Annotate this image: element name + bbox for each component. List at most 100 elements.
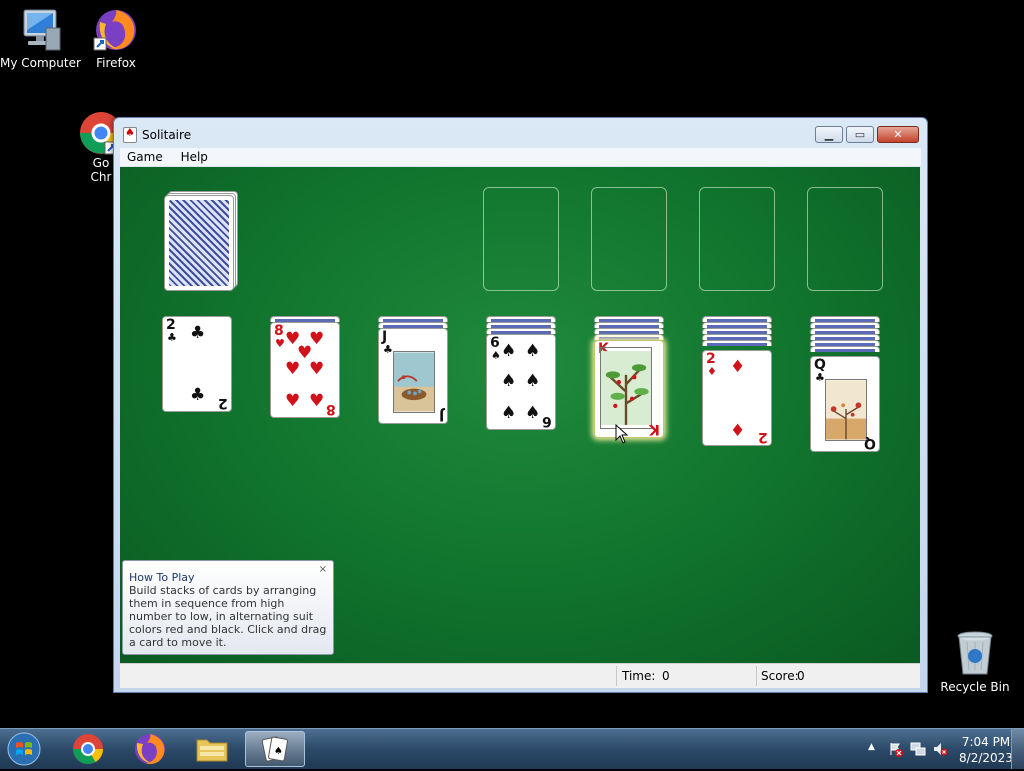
- spade-icon: ♠: [501, 341, 517, 361]
- taskbar-file-explorer[interactable]: [194, 731, 234, 767]
- face-down-card-edge: [702, 340, 772, 346]
- foundation-slot[interactable]: [807, 187, 883, 291]
- card-rank: 2: [166, 317, 176, 333]
- clock[interactable]: 7:04 PM 8/2/2023: [958, 734, 1014, 766]
- card-rank: 6: [542, 413, 552, 429]
- svg-text:♠: ♠: [274, 746, 283, 757]
- taskbar-solitaire-active[interactable]: ♠: [245, 731, 305, 767]
- diamond-icon: ♦: [730, 357, 746, 377]
- card-rank: 6: [490, 335, 500, 351]
- status-divider: [756, 666, 757, 686]
- heart-icon: ♥: [309, 391, 325, 411]
- spade-icon: ♠: [491, 349, 501, 362]
- tableau-card[interactable]: J ♣ J: [378, 328, 448, 424]
- club-icon: ♣: [190, 385, 206, 405]
- taskbar-firefox[interactable]: [132, 731, 172, 767]
- desktop-icon-firefox[interactable]: Firefox: [76, 6, 156, 70]
- title-bar[interactable]: Solitaire ▁ ▭ ✕: [114, 118, 927, 148]
- king-face-art: [600, 347, 652, 429]
- time-value: 0: [662, 669, 670, 683]
- time-label: Time:: [622, 669, 656, 683]
- tooltip-title: How To Play: [129, 571, 195, 584]
- club-icon: ♣: [190, 323, 206, 343]
- clock-time: 7:04 PM: [961, 735, 1011, 749]
- clock-date: 8/2/2023: [959, 751, 1013, 765]
- queen-face-art: [825, 379, 867, 441]
- card-rank: 8: [274, 323, 284, 339]
- maximize-button[interactable]: ▭: [846, 126, 874, 143]
- desktop-icon-label: My Computer: [0, 56, 81, 70]
- network-icon[interactable]: [910, 741, 926, 757]
- desktop-icon-recycle-bin[interactable]: Recycle Bin: [935, 630, 1015, 694]
- computer-icon: [23, 9, 61, 51]
- close-button[interactable]: ✕: [877, 126, 919, 143]
- tableau-card-selected[interactable]: K ♥ K: [594, 340, 664, 438]
- heart-icon: ♥: [285, 391, 301, 411]
- diamond-icon: ♦: [730, 421, 746, 441]
- recycle-bin-icon: [957, 631, 993, 675]
- heart-icon: ♥: [285, 359, 301, 379]
- status-bar: Time: 0 Score: 0: [120, 663, 920, 688]
- foundation-slot[interactable]: [699, 187, 775, 291]
- taskbar-chrome[interactable]: [70, 731, 110, 767]
- solitaire-app-icon: [123, 126, 137, 143]
- maximize-icon: ▭: [854, 128, 866, 141]
- card-rank: J: [438, 407, 444, 423]
- solitaire-cards-icon: ♠: [261, 736, 288, 762]
- tooltip-close-button[interactable]: ×: [319, 564, 327, 575]
- tableau-card[interactable]: 2 ♦ ♦ ♦ 2: [702, 350, 772, 446]
- minimize-icon: ▁: [824, 128, 834, 141]
- show-desktop-button[interactable]: [1011, 729, 1024, 769]
- windows-start-orb-icon: [7, 732, 41, 766]
- firefox-icon: [135, 734, 165, 764]
- action-center-flag-icon[interactable]: [888, 741, 904, 757]
- tableau-card[interactable]: 8 ♥ ♥ ♥ ♥ ♥ ♥ ♥ ♥ 8: [270, 322, 340, 418]
- card-rank: 2: [706, 351, 716, 367]
- card-rank: Q: [864, 435, 876, 451]
- desktop-icon-label: Recycle Bin: [940, 680, 1010, 694]
- status-divider: [616, 666, 617, 686]
- folder-icon: [196, 739, 228, 762]
- desktop-icon-my-computer[interactable]: My Computer: [0, 8, 81, 70]
- show-hidden-icons-button[interactable]: ▲: [868, 742, 875, 752]
- tableau-card[interactable]: 6 ♠ ♠ ♠ ♠ ♠ ♠ ♠ 6: [486, 334, 556, 430]
- system-tray: ▲ 7:04 PM 8/2/2023: [834, 729, 1024, 769]
- window-title: Solitaire: [142, 128, 192, 142]
- taskbar: ♠ ▲ 7:04 PM 8/2/2023: [0, 728, 1024, 769]
- card-rank: Q: [814, 357, 826, 373]
- card-back: [164, 195, 234, 291]
- tooltip-body: Build stacks of cards by arranging them …: [129, 584, 327, 649]
- score-label: Score:: [761, 669, 799, 683]
- chrome-icon: [73, 734, 103, 765]
- mouse-cursor-icon: [615, 424, 629, 444]
- club-icon: ♣: [383, 343, 393, 356]
- how-to-play-tooltip: × How To Play Build stacks of cards by a…: [122, 560, 334, 655]
- close-icon: ✕: [893, 128, 903, 141]
- spade-icon: ♠: [525, 403, 541, 423]
- jack-face-art: [393, 351, 435, 413]
- firefox-icon: [93, 10, 136, 51]
- foundation-slot[interactable]: [483, 187, 559, 291]
- card-rank: 8: [326, 401, 336, 417]
- desktop-icon-label: Firefox: [96, 56, 136, 70]
- card-rank: J: [382, 329, 388, 345]
- tableau-card[interactable]: Q ♣ Q: [810, 356, 880, 452]
- volume-muted-icon[interactable]: [932, 741, 948, 757]
- menu-help[interactable]: Help: [174, 148, 215, 164]
- card-rank: 2: [758, 429, 768, 445]
- card-rank: K: [649, 421, 660, 437]
- foundation-slot[interactable]: [591, 187, 667, 291]
- diamond-icon: ♦: [707, 365, 717, 378]
- menu-game[interactable]: Game: [120, 148, 170, 164]
- minimize-button[interactable]: ▁: [815, 126, 843, 143]
- club-icon: ♣: [167, 331, 177, 344]
- tableau-card[interactable]: 2 ♣ ♣ ♣ 2: [162, 316, 232, 412]
- spade-icon: ♠: [525, 371, 541, 391]
- face-down-card-edge: [810, 346, 880, 352]
- start-button[interactable]: [4, 731, 50, 767]
- card-rank: 2: [218, 395, 228, 411]
- heart-icon: ♥: [275, 337, 285, 350]
- spade-icon: ♠: [501, 371, 517, 391]
- spade-icon: ♠: [501, 403, 517, 423]
- heart-icon: ♥: [309, 359, 325, 379]
